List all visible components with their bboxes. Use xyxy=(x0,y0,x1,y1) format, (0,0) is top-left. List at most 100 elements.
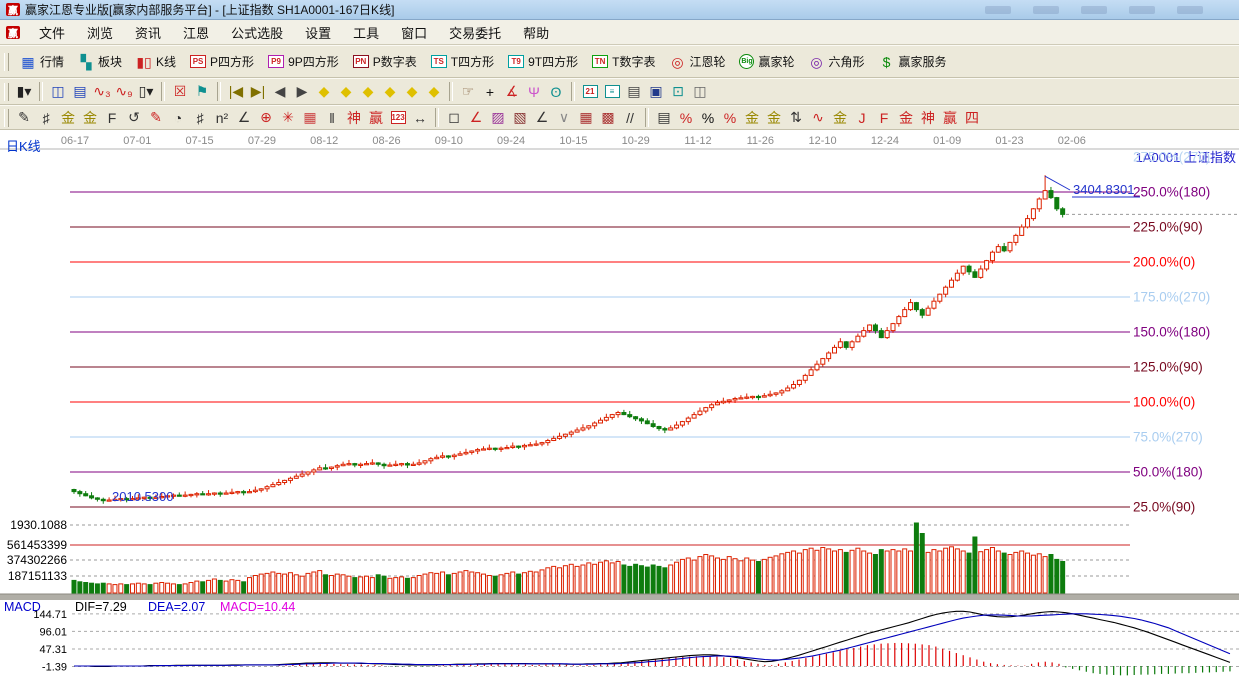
shen-angle-tool[interactable]: 神 xyxy=(917,107,939,128)
p9-square-button[interactable]: P99P四方形 xyxy=(261,51,346,72)
target-cross-tool[interactable]: ⊕ xyxy=(255,107,277,128)
p-square-button[interactable]: PSP四方形 xyxy=(183,51,261,72)
numbers-grid-tool[interactable]: 123 xyxy=(387,107,409,128)
copy-chart-button[interactable]: ⊡ xyxy=(667,81,689,102)
menu-item-设置[interactable]: 设置 xyxy=(294,21,342,44)
menu-item-公式选股[interactable]: 公式选股 xyxy=(220,21,294,44)
ying-angle-tool[interactable]: 赢 xyxy=(939,107,961,128)
notes-button[interactable]: ▤ xyxy=(623,81,645,102)
menu-item-文件[interactable]: 文件 xyxy=(28,21,76,44)
first-bar-button[interactable]: |◀ xyxy=(225,81,247,102)
gold-circle-tool[interactable]: 金 xyxy=(741,107,763,128)
menu-item-交易委托[interactable]: 交易委托 xyxy=(438,21,512,44)
send-button[interactable]: ◫ xyxy=(689,81,711,102)
period-label[interactable]: 日K线 xyxy=(6,136,41,155)
hexagon-button[interactable]: ◎六角形 xyxy=(802,51,872,72)
winner-service-button[interactable]: $赢家服务 xyxy=(872,51,954,72)
diamond-right-button[interactable]: ◆ xyxy=(335,81,357,102)
percent-slash-tool[interactable]: % xyxy=(675,107,697,128)
gold-ratio-tool[interactable]: 金 xyxy=(57,107,79,128)
f-lines-tool[interactable]: F xyxy=(101,107,123,128)
calculator-button[interactable]: ≡ xyxy=(601,81,623,102)
spiral-tool[interactable]: ↺ xyxy=(123,107,145,128)
diamond-left-button[interactable]: ◆ xyxy=(313,81,335,102)
sectors-button[interactable]: ▚板块 xyxy=(71,51,129,72)
calendar-button[interactable]: 21 xyxy=(579,81,601,102)
circle-arc-tool[interactable]: ◔ xyxy=(167,107,189,128)
gold2-angle-tool[interactable]: 金 xyxy=(895,107,917,128)
kline-button[interactable]: ▮▯K线 xyxy=(129,51,183,72)
shade-box-tool[interactable]: ▧ xyxy=(509,107,531,128)
percent-line-tool[interactable]: % xyxy=(719,107,741,128)
angle-pen-tool[interactable]: ∠ xyxy=(531,107,553,128)
percent-table-tool[interactable]: ▤ xyxy=(653,107,675,128)
red-grid-tool[interactable]: ▦ xyxy=(575,107,597,128)
ying-tool[interactable]: 赢 xyxy=(365,107,387,128)
t-number-table-button[interactable]: TNT数字表 xyxy=(585,51,662,72)
clipboard-icon[interactable]: ▤ xyxy=(69,81,91,102)
toolbar-grip[interactable] xyxy=(4,109,9,127)
p-number-table-button[interactable]: PNP数字表 xyxy=(346,51,424,72)
menu-item-窗口[interactable]: 窗口 xyxy=(390,21,438,44)
menu-item-资讯[interactable]: 资讯 xyxy=(124,21,172,44)
si-angle-tool[interactable]: 四 xyxy=(961,107,983,128)
diamond-full-button[interactable]: ◆ xyxy=(423,81,445,102)
width-arrows-tool[interactable]: ↔ xyxy=(409,107,431,128)
stats-tool-button[interactable]: Ψ xyxy=(523,81,545,102)
updown-pen-tool[interactable]: ⇅ xyxy=(785,107,807,128)
candle-period-dropdown[interactable]: ▮▾ xyxy=(13,81,35,102)
diamond-center-button[interactable]: ◆ xyxy=(401,81,423,102)
zigzag-tool[interactable]: ∨ xyxy=(553,107,575,128)
comb-lines-tool[interactable]: ♯ xyxy=(35,107,57,128)
t9-square-button[interactable]: T99T四方形 xyxy=(501,51,585,72)
dense-grid-tool[interactable]: ▩ xyxy=(597,107,619,128)
winner-wheel-button[interactable]: Big赢家轮 xyxy=(732,51,801,72)
shen-tool[interactable]: 神 xyxy=(343,107,365,128)
f-angle-tool[interactable]: F xyxy=(873,107,895,128)
web-grid-tool[interactable]: ▦ xyxy=(299,107,321,128)
bar-style-dropdown[interactable]: ▯▾ xyxy=(135,81,157,102)
gann-wheel-button[interactable]: ◎江恩轮 xyxy=(662,51,732,72)
hand-drag-button[interactable]: ☞ xyxy=(457,81,479,102)
last-bar-button[interactable]: ▶| xyxy=(247,81,269,102)
mirror-angle-tool[interactable]: ∠ xyxy=(233,107,255,128)
chart-area[interactable]: 日K线 06-1707-0107-1507-2908-1208-2609-100… xyxy=(0,130,1239,677)
red-pen-tool[interactable]: ✎ xyxy=(145,107,167,128)
crosshair-button[interactable]: + xyxy=(479,81,501,102)
save-button[interactable]: ▣ xyxy=(645,81,667,102)
chart-9-icon[interactable]: ∿₉ xyxy=(113,81,135,102)
chart-3-icon[interactable]: ∿₃ xyxy=(91,81,113,102)
net-grid-icon[interactable]: ◫ xyxy=(47,81,69,102)
box-tool[interactable]: ◻ xyxy=(443,107,465,128)
menu-item-江恩[interactable]: 江恩 xyxy=(172,21,220,44)
angle-measure-button[interactable]: ∡ xyxy=(501,81,523,102)
next-bar-button[interactable]: ▶ xyxy=(291,81,313,102)
pen-tool[interactable]: ✎ xyxy=(13,107,35,128)
diamond-expand-button[interactable]: ◆ xyxy=(357,81,379,102)
wave-box-tool[interactable]: ∿ xyxy=(807,107,829,128)
j-angle-tool[interactable]: J xyxy=(851,107,873,128)
gold-section-tool[interactable]: 金 xyxy=(79,107,101,128)
gold-angle-tool[interactable]: 金 xyxy=(829,107,851,128)
toolbar-grip[interactable] xyxy=(4,83,9,101)
fan-lines-tool[interactable]: ∠ xyxy=(465,107,487,128)
fan-box-tool[interactable]: ▨ xyxy=(487,107,509,128)
slash-lines-tool[interactable]: // xyxy=(619,107,641,128)
t-square-button[interactable]: TST四方形 xyxy=(424,51,501,72)
flag-sort-icon[interactable]: ⚑ xyxy=(191,81,213,102)
pause-marks-tool[interactable]: ‖ xyxy=(321,107,343,128)
n-square-tool[interactable]: n² xyxy=(211,107,233,128)
prev-bar-button[interactable]: ◀ xyxy=(269,81,291,102)
menu-item-工具[interactable]: 工具 xyxy=(342,21,390,44)
gold-line-tool[interactable]: 金 xyxy=(763,107,785,128)
menu-item-帮助[interactable]: 帮助 xyxy=(512,21,560,44)
percent-tool[interactable]: % xyxy=(697,107,719,128)
red-x-grid-icon[interactable]: ☒ xyxy=(169,81,191,102)
quotes-button[interactable]: ▦行情 xyxy=(13,51,71,72)
grid-comb-tool[interactable]: ♯ xyxy=(189,107,211,128)
toolbar-grip[interactable] xyxy=(4,53,9,71)
starburst-tool[interactable]: ✳ xyxy=(277,107,299,128)
menu-item-浏览[interactable]: 浏览 xyxy=(76,21,124,44)
diamond-compress-button[interactable]: ◆ xyxy=(379,81,401,102)
chart-canvas[interactable]: 06-1707-0107-1507-2908-1208-2609-1009-24… xyxy=(0,130,1239,677)
